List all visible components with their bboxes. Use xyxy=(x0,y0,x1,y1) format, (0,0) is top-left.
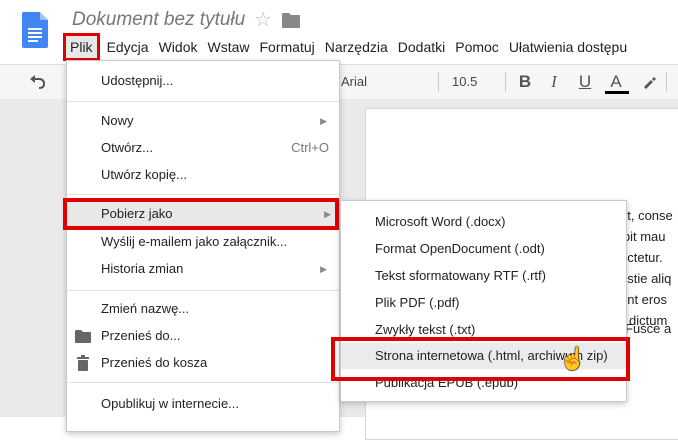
menu-divider xyxy=(67,194,339,195)
menu-item-label: Opublikuj w internecie... xyxy=(101,396,240,411)
star-icon[interactable]: ☆ xyxy=(254,9,272,31)
toolbar-divider xyxy=(505,72,506,92)
menu-item-new[interactable]: Nowy ▶ xyxy=(67,108,339,134)
file-menu: Udostępnij... Nowy ▶ Otwórz... Ctrl+O Ut… xyxy=(63,60,340,432)
download-odt[interactable]: Format OpenDocument (.odt) xyxy=(341,236,626,262)
submenu-arrow-icon: ▶ xyxy=(320,116,327,126)
menu-item-label: Przenieś do... xyxy=(101,328,181,343)
document-text-line: et, conse xyxy=(620,208,673,223)
menu-item-label: Tekst sformatowany RTF (.rtf) xyxy=(375,268,546,283)
menu-item-open[interactable]: Otwórz... Ctrl+O xyxy=(67,135,339,161)
document-title[interactable]: Dokument bez tytułu xyxy=(72,9,245,31)
menu-format[interactable]: Formatuj xyxy=(255,36,320,58)
menu-item-download-as[interactable]: Pobierz jako ▶ xyxy=(63,198,339,230)
download-rtf[interactable]: Tekst sformatowany RTF (.rtf) xyxy=(341,263,626,289)
menu-view[interactable]: Widok xyxy=(154,36,203,58)
menu-item-label: Zmień nazwę... xyxy=(101,301,190,316)
menu-item-label: Plik PDF (.pdf) xyxy=(375,295,460,310)
menu-divider xyxy=(67,290,339,291)
submenu-arrow-icon: ▶ xyxy=(320,264,327,274)
document-text-line: Fusce a xyxy=(625,321,672,336)
menu-file[interactable]: Plik xyxy=(63,33,100,61)
shortcut-label: Ctrl+O xyxy=(291,140,329,155)
menu-insert[interactable]: Wstaw xyxy=(203,36,255,58)
menu-item-move-to-trash[interactable]: Przenieś do kosza xyxy=(67,350,339,376)
menu-item-label: Udostępnij... xyxy=(101,73,174,88)
highlight-pen-icon[interactable] xyxy=(641,74,657,90)
menu-item-label: Pobierz jako xyxy=(101,206,173,221)
bold-button[interactable]: B xyxy=(514,70,536,94)
undo-icon[interactable] xyxy=(28,73,46,91)
menu-item-make-copy[interactable]: Utwórz kopię... xyxy=(67,162,339,188)
menu-item-version-history[interactable]: Historia zmian ▶ xyxy=(67,256,339,282)
docs-logo-icon[interactable] xyxy=(22,12,48,48)
menu-item-label: Format OpenDocument (.odt) xyxy=(375,241,545,256)
download-docx[interactable]: Microsoft Word (.docx) xyxy=(341,209,626,235)
submenu-arrow-icon: ▶ xyxy=(324,209,331,219)
font-size-select[interactable]: 10.5 xyxy=(452,74,477,89)
menu-accessibility[interactable]: Ułatwienia dostępu xyxy=(504,36,632,58)
menu-item-label: Microsoft Word (.docx) xyxy=(375,214,506,229)
document-text-line: ent eros xyxy=(620,292,667,307)
menu-bar: Plik Edycja Widok Wstaw Formatuj Narzędz… xyxy=(63,33,632,61)
download-pdf[interactable]: Plik PDF (.pdf) xyxy=(341,290,626,316)
menu-addons[interactable]: Dodatki xyxy=(393,36,450,58)
app-header: Dokument bez tytułu ☆ Plik Edycja Widok … xyxy=(0,0,678,64)
menu-item-label: Historia zmian xyxy=(101,261,184,276)
menu-edit[interactable]: Edycja xyxy=(102,36,154,58)
underline-button[interactable]: U xyxy=(574,70,596,94)
font-family-select[interactable]: Arial xyxy=(341,74,367,89)
menu-help[interactable]: Pomoc xyxy=(450,36,504,58)
hand-cursor-icon: ☝ xyxy=(559,346,587,371)
menu-item-label: Wyślij e-mailem jako załącznik... xyxy=(101,234,288,249)
trash-icon xyxy=(77,355,89,371)
folder-icon xyxy=(75,330,91,343)
menu-divider xyxy=(67,382,339,383)
menu-item-move-to[interactable]: Przenieś do... xyxy=(67,323,339,349)
menu-item-rename[interactable]: Zmień nazwę... xyxy=(67,296,339,322)
toolbar-divider xyxy=(666,72,667,92)
text-color-indicator xyxy=(605,91,629,94)
menu-item-email-attachment[interactable]: Wyślij e-mailem jako załącznik... xyxy=(67,229,339,255)
menu-item-share[interactable]: Udostępnij... xyxy=(67,68,339,94)
toolbar-divider xyxy=(438,72,439,92)
menu-item-label: Otwórz... xyxy=(101,140,154,155)
menu-divider xyxy=(67,101,339,102)
menu-item-label: Utwórz kopię... xyxy=(101,167,187,182)
menu-item-label: Nowy xyxy=(101,113,134,128)
italic-button[interactable]: I xyxy=(543,70,565,94)
folder-icon[interactable] xyxy=(282,12,300,28)
menu-tools[interactable]: Narzędzia xyxy=(320,36,393,58)
menu-item-publish-web[interactable]: Opublikuj w internecie... xyxy=(67,391,339,417)
document-text-line: estie aliq xyxy=(620,271,672,286)
menu-item-label: Przenieś do kosza xyxy=(101,355,208,370)
